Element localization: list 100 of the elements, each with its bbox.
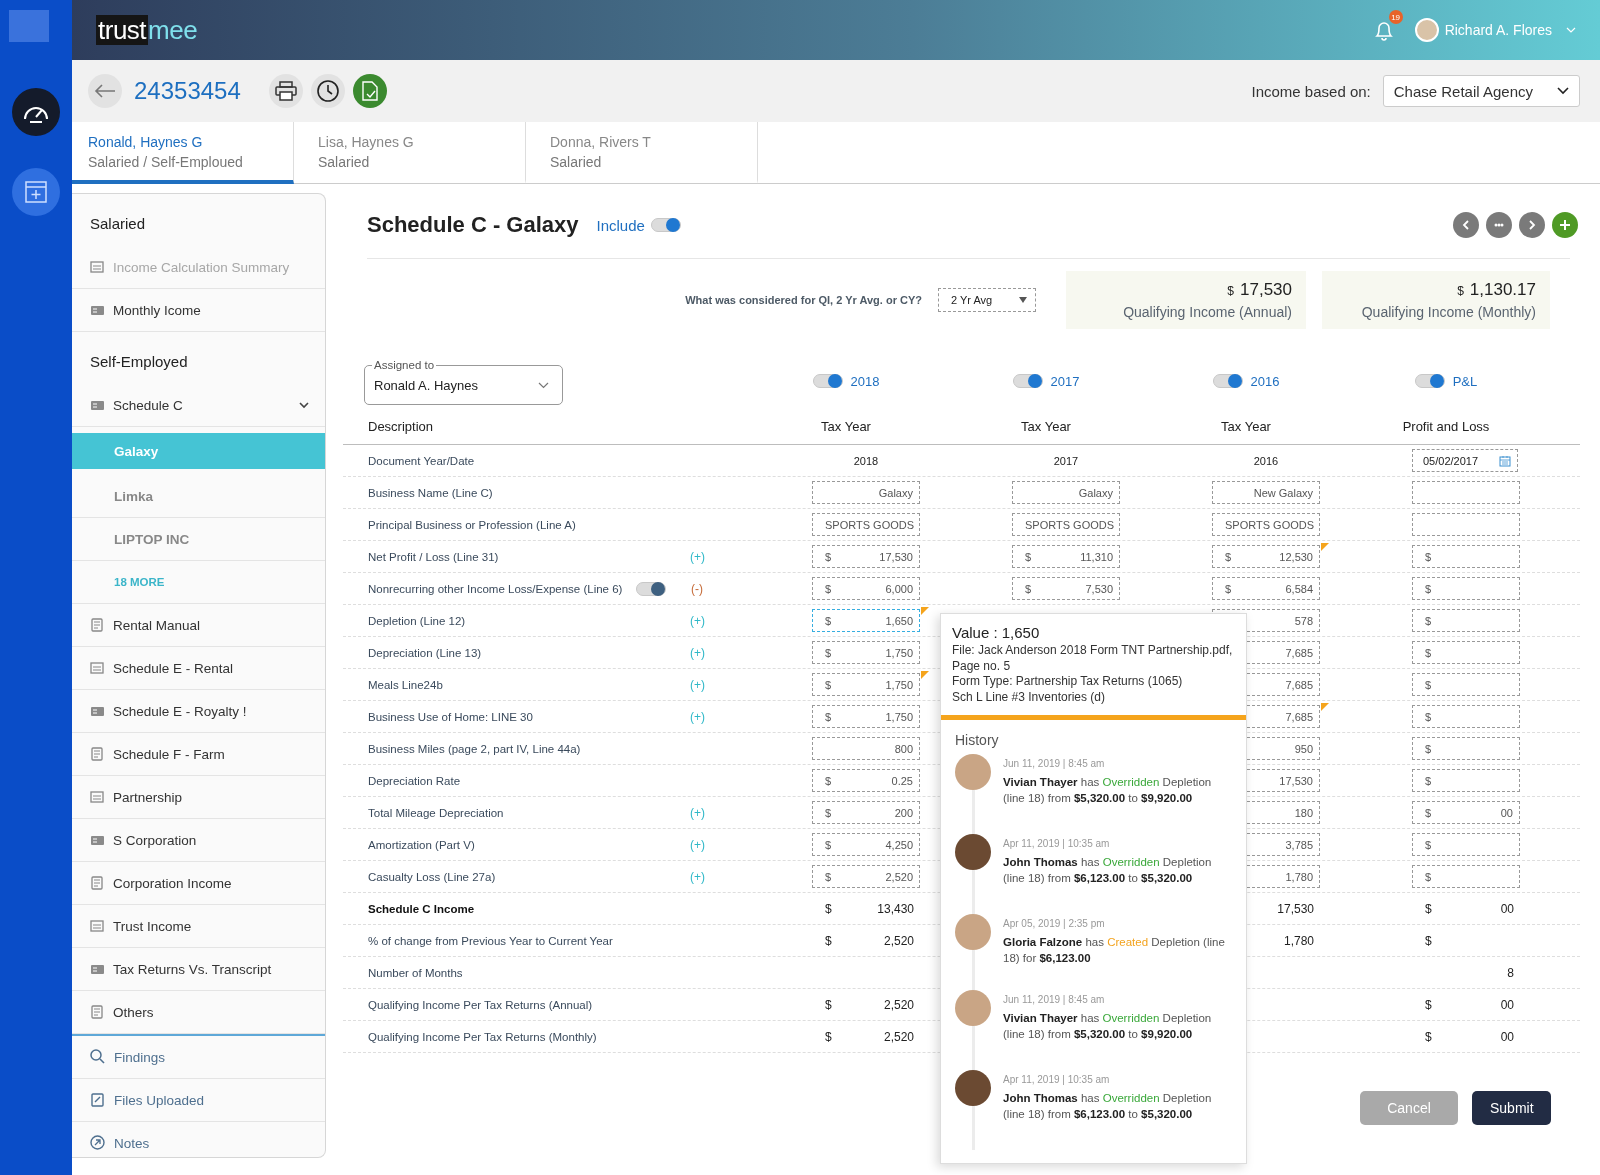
input-field[interactable]: $ <box>1412 769 1520 792</box>
total-value: 2,520 <box>883 997 914 1012</box>
sidebar-item[interactable]: Schedule C <box>72 384 325 427</box>
operator-sign: (+) <box>690 613 706 628</box>
column-toggle-label: 2016 <box>1250 373 1280 389</box>
add-button[interactable] <box>1552 212 1578 238</box>
logo: trustmee <box>96 14 198 46</box>
input-field[interactable]: $ <box>1412 737 1520 760</box>
calendar-icon <box>1499 454 1511 467</box>
sidebar-item[interactable]: Notes <box>72 1122 325 1157</box>
history-button[interactable] <box>310 74 345 108</box>
input-field[interactable]: Galaxy <box>812 481 920 504</box>
input-field[interactable] <box>1412 513 1520 536</box>
input-field[interactable]: SPORTS GOODS <box>1012 513 1120 536</box>
input-field[interactable]: $ <box>1412 705 1520 728</box>
toggle-switch[interactable] <box>636 581 666 596</box>
input-field[interactable]: $ 1,750 <box>812 673 920 696</box>
submit-button[interactable]: Submit <box>1472 1091 1551 1125</box>
sidebar-item[interactable]: Schedule E - Royalty ! <box>72 690 325 733</box>
printer-icon <box>274 81 297 101</box>
input-field[interactable]: $ 6,584 <box>1212 577 1320 600</box>
card-label: Qualifying Income (Monthly) <box>1361 304 1536 320</box>
input-field[interactable]: $ 200 <box>812 801 920 824</box>
row-label: Amortization (Part V) <box>368 838 475 851</box>
toggle-switch[interactable] <box>650 218 681 232</box>
total-value: 8 <box>1507 965 1514 980</box>
toggle-switch[interactable] <box>1414 374 1445 388</box>
row-label: Qualifying Income Per Tax Returns (Monthly) <box>368 1030 597 1043</box>
sidebar-item[interactable]: Rental Manual <box>72 604 325 647</box>
sidebar-item[interactable]: Trust Income <box>72 905 325 948</box>
input-field[interactable]: $ 1,750 <box>812 705 920 728</box>
input-field[interactable]: $ 1,650 <box>812 609 920 632</box>
input-field[interactable]: $ <box>1412 865 1520 888</box>
sidebar-item[interactable]: Partnership <box>72 776 325 819</box>
assigned-to-dropdown[interactable]: Assigned to Ronald A. Haynes <box>364 357 563 405</box>
input-field[interactable]: $ 00 <box>1412 801 1520 824</box>
history-entry: Gloria Falzone has Created Depletion (line 18) for $6,123.00 <box>1003 935 1226 966</box>
document-icon <box>90 918 105 934</box>
borrower-tab[interactable]: Ronald, Haynes G Salaried / Self-Emploued <box>72 122 294 184</box>
row-label: Document Year/Date <box>368 454 475 467</box>
export-button[interactable] <box>352 74 387 108</box>
input-field[interactable]: $ 7,530 <box>1012 577 1120 600</box>
input-field[interactable]: $ <box>1412 673 1520 696</box>
input-field[interactable]: $ 1,750 <box>812 641 920 664</box>
more-button[interactable] <box>1486 212 1512 238</box>
input-field[interactable]: SPORTS GOODS <box>1212 513 1320 536</box>
input-field[interactable]: $ <box>1412 641 1520 664</box>
sidebar-item[interactable]: Schedule F - Farm <box>72 733 325 776</box>
next-button[interactable] <box>1519 212 1545 238</box>
plus-icon <box>1559 219 1571 231</box>
borrower-tab[interactable]: Donna, Rivers T Salaried <box>526 122 758 184</box>
sidebar-item[interactable]: Tax Returns Vs. Transcript <box>72 948 325 991</box>
input-field[interactable]: $ 12,530 <box>1212 545 1320 568</box>
income-source-dropdown[interactable]: Chase Retail Agency <box>1382 75 1580 107</box>
sidebar-item[interactable]: Monthly Icome <box>72 289 325 332</box>
history-date: Jun 11, 2019 | 8:45 am <box>1003 994 1106 1005</box>
toggle-switch[interactable] <box>1212 374 1243 388</box>
input-field[interactable]: New Galaxy <box>1212 481 1320 504</box>
history-entry: Vivian Thayer has Overridden Depletion (line 18) from $5,320.00 to $9,920.00 <box>1003 1011 1213 1042</box>
row-label: Schedule C Income <box>368 902 475 915</box>
history-heading: History <box>954 731 1000 750</box>
sidebar-item[interactable]: Files Uploaded <box>72 1079 325 1122</box>
input-field[interactable]: $ 11,310 <box>1012 545 1120 568</box>
print-button[interactable] <box>268 74 303 108</box>
input-field[interactable]: $ <box>1412 545 1520 568</box>
input-field[interactable]: $ 6,000 <box>812 577 920 600</box>
input-field[interactable]: $ <box>1412 833 1520 856</box>
input-field[interactable]: Galaxy <box>1012 481 1120 504</box>
input-field[interactable] <box>1412 481 1520 504</box>
detail-text: Form Type: Partnership Tax Returns (1065) <box>952 674 1184 690</box>
input-field[interactable]: $ 0.25 <box>812 769 920 792</box>
toggle-switch[interactable] <box>1012 374 1043 388</box>
calculator-button[interactable] <box>12 168 60 216</box>
back-button[interactable] <box>88 74 122 108</box>
input-field[interactable]: $ 2,520 <box>812 865 920 888</box>
input-field[interactable]: $ 17,530 <box>812 545 920 568</box>
value-text: Value : 1,650 <box>952 624 1041 641</box>
input-field[interactable]: $ 4,250 <box>812 833 920 856</box>
operator-sign: (+) <box>690 709 706 724</box>
amount: $ 1,130.17 <box>1457 280 1536 300</box>
sidebar-item[interactable]: S Corporation <box>72 819 325 862</box>
previous-button[interactable] <box>1453 212 1479 238</box>
date-field[interactable]: 05/02/2017 <box>1412 449 1518 472</box>
input-field[interactable]: 800 <box>812 737 920 760</box>
row-label: Depreciation Rate <box>368 774 461 787</box>
sidebar-item[interactable]: Findings <box>72 1036 325 1079</box>
borrower-tab[interactable]: Lisa, Haynes G Salaried <box>294 122 526 184</box>
avatar <box>1414 18 1439 42</box>
input-field[interactable]: $ <box>1412 577 1520 600</box>
dashboard-button[interactable] <box>12 88 60 136</box>
sidebar-item[interactable]: Corporation Income <box>72 862 325 905</box>
total-value: 13,430 <box>877 901 914 916</box>
sidebar-item[interactable]: Others <box>72 991 325 1034</box>
toggle-switch[interactable] <box>812 374 843 388</box>
qi-dropdown[interactable]: 2 Yr Avg <box>938 288 1036 312</box>
clipboard-icon <box>90 1092 106 1108</box>
input-field[interactable]: $ <box>1412 609 1520 632</box>
input-field[interactable]: SPORTS GOODS <box>812 513 920 536</box>
sidebar-item[interactable]: Schedule E - Rental <box>72 647 325 690</box>
document-icon <box>90 617 105 633</box>
